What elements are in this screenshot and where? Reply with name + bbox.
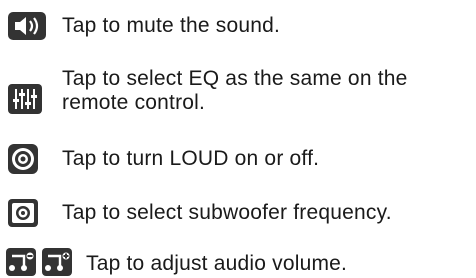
- loud-icon: [8, 144, 38, 174]
- item-loud: Tap to turn LOUD on or off.: [0, 138, 476, 178]
- volume-description: Tap to adjust audio volume.: [86, 252, 348, 275]
- item-eq: Tap to select EQ as the same on the remo…: [0, 60, 476, 130]
- eq-description-line2: remote control.: [62, 91, 206, 114]
- eq-description-line1: Tap to select EQ as the same on the: [62, 67, 408, 90]
- equalizer-icon: [8, 84, 42, 114]
- item-volume: Tap to adjust audio volume.: [0, 242, 476, 278]
- speaker-icon: [8, 12, 46, 40]
- loud-description: Tap to turn LOUD on or off.: [62, 147, 320, 170]
- item-mute: Tap to mute the sound.: [0, 0, 476, 44]
- mute-description: Tap to mute the sound.: [62, 14, 281, 37]
- item-subwoofer: Tap to select subwoofer frequency.: [0, 192, 476, 232]
- volume-down-icon: [6, 248, 36, 276]
- subwoofer-description: Tap to select subwoofer frequency.: [62, 201, 392, 224]
- subwoofer-icon: [8, 199, 38, 227]
- volume-up-icon: [42, 248, 72, 276]
